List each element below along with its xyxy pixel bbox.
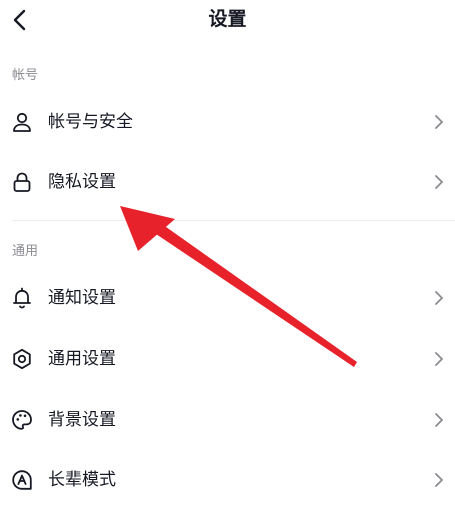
- settings-item-general[interactable]: 通用设置: [0, 331, 455, 387]
- chevron-right-icon: [435, 175, 443, 189]
- chevron-right-icon: [435, 473, 443, 487]
- gear-icon: [13, 348, 31, 370]
- settings-item-background[interactable]: 背景设置: [0, 392, 455, 448]
- chevron-right-icon: [435, 291, 443, 305]
- settings-item-label: 背景设置: [48, 410, 116, 430]
- settings-item-label: 通用设置: [48, 349, 116, 369]
- settings-item-label: 通知设置: [48, 288, 116, 308]
- chevron-right-icon: [435, 115, 443, 129]
- section-title-general: 通用: [12, 244, 39, 259]
- palette-icon: [12, 410, 32, 430]
- user-icon: [13, 112, 31, 132]
- settings-item-label: 隐私设置: [48, 172, 116, 192]
- settings-item-notifications[interactable]: 通知设置: [0, 270, 455, 326]
- settings-item-elder-mode[interactable]: 长辈模式: [0, 452, 455, 508]
- section-title-account: 帐号: [12, 68, 39, 83]
- chevron-right-icon: [435, 413, 443, 427]
- elder-mode-icon: [12, 470, 32, 490]
- settings-item-label: 帐号与安全: [48, 112, 133, 132]
- settings-item-privacy[interactable]: 隐私设置: [0, 154, 455, 210]
- arrow-head: [120, 206, 175, 251]
- top-bar: 设置: [0, 0, 455, 40]
- bell-icon: [13, 287, 31, 309]
- section-divider: [12, 220, 455, 221]
- settings-item-label: 长辈模式: [48, 470, 116, 490]
- settings-item-account-security[interactable]: 帐号与安全: [0, 94, 455, 150]
- page-title: 设置: [208, 8, 247, 30]
- chevron-right-icon: [435, 352, 443, 366]
- lock-icon: [13, 172, 31, 192]
